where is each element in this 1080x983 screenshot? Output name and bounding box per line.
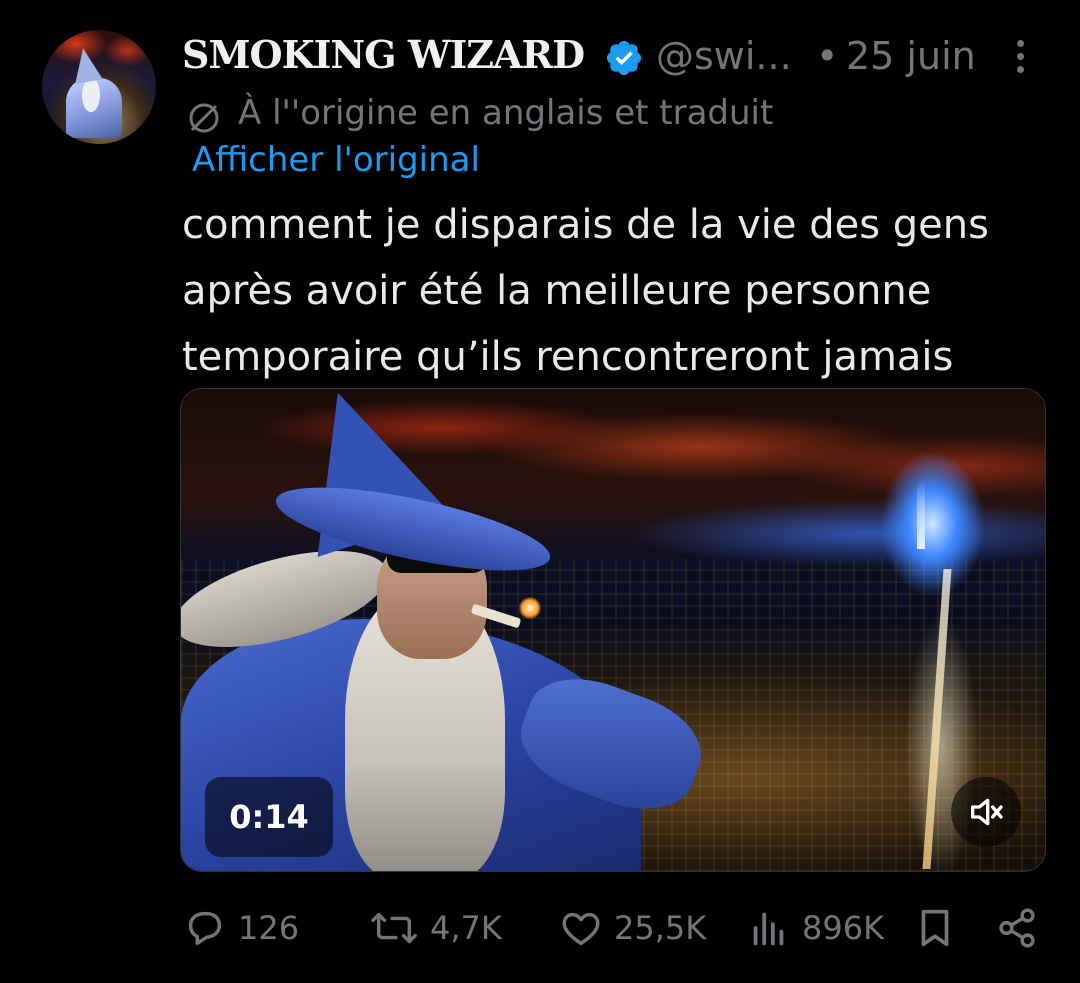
repost-icon — [371, 912, 417, 944]
repost-count: 4,7K — [430, 909, 502, 947]
video-duration: 0:14 — [205, 777, 333, 857]
video-player[interactable]: 0:14 — [180, 388, 1046, 872]
reply-count: 126 — [238, 909, 300, 947]
verified-badge-icon — [606, 40, 642, 76]
mute-icon-glyph — [971, 798, 1003, 826]
views-count: 896K — [802, 909, 885, 947]
post-date[interactable]: 25 juin — [846, 34, 976, 78]
translation-notice: À l''origine en anglais et traduit — [238, 93, 774, 133]
tweet-line: comment je disparais de la vie des gens — [182, 202, 989, 248]
like-icon — [562, 912, 600, 946]
video-cigarette-ember — [519, 597, 541, 619]
reply-button[interactable]: 126 — [182, 900, 299, 956]
share-button[interactable] — [994, 900, 1040, 956]
share-icon — [999, 908, 1035, 948]
bookmark-button[interactable] — [912, 900, 958, 956]
avatar-hat — [69, 45, 103, 85]
like-count: 25,5K — [614, 909, 707, 947]
tweet-line: après avoir été la meilleure personne — [182, 268, 932, 314]
video-light-beam — [917, 479, 925, 549]
more-icon[interactable] — [1010, 36, 1030, 80]
repost-button[interactable]: 4,7K — [368, 900, 502, 956]
tweet-text: comment je disparais de la vie des gens … — [182, 192, 1042, 390]
show-original-link[interactable]: Afficher l'original — [192, 140, 480, 180]
author-avatar[interactable] — [42, 30, 156, 144]
bookmark-icon — [921, 909, 949, 947]
avatar-beard — [82, 78, 100, 112]
author-name[interactable]: SMOKING WIZARD — [182, 32, 585, 77]
mute-icon[interactable] — [951, 777, 1021, 847]
translate-icon — [189, 103, 219, 133]
separator-dot: • — [816, 34, 839, 78]
author-handle[interactable]: @swi... — [656, 34, 792, 78]
views-button[interactable]: 896K — [746, 900, 884, 956]
views-icon — [753, 912, 784, 946]
like-button[interactable]: 25,5K — [558, 900, 706, 956]
tweet-line: temporaire qu’ils rencontreront jamais — [182, 334, 954, 380]
action-bar: 126 4,7K 25,5K 896K — [0, 900, 1080, 956]
reply-icon — [188, 911, 222, 946]
